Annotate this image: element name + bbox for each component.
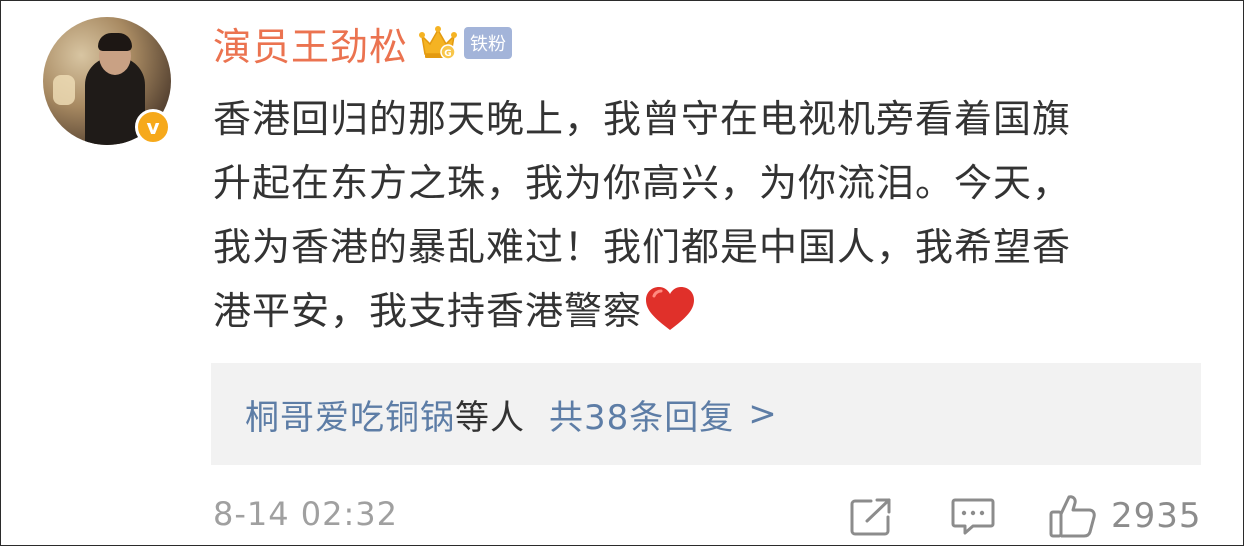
- timestamp: 8-14 02:32: [213, 495, 399, 533]
- like-count: 2935: [1111, 496, 1202, 536]
- post-text-line: 我为香港的暴乱难过！我们都是中国人，我希望香: [213, 225, 1072, 269]
- post-text-line: 香港回归的那天晚上，我曾守在电视机旁看着国旗: [213, 97, 1072, 141]
- post-text: 香港回归的那天晚上，我曾守在电视机旁看着国旗 升起在东方之珠，我为你高兴，为你流…: [213, 87, 1213, 343]
- replies-box[interactable]: 桐哥爱吃铜锅 等人 共38条回复 >: [211, 363, 1201, 465]
- user-header: 演员王劲松 G 铁粉: [213, 16, 513, 71]
- reply-count-link[interactable]: 共38条回复: [549, 390, 734, 439]
- reply-suffix: 等人: [455, 397, 525, 438]
- verified-badge-icon: v: [135, 109, 171, 145]
- fan-badge: 铁粉: [464, 27, 513, 59]
- svg-text:G: G: [444, 49, 451, 59]
- avatar[interactable]: v: [43, 17, 171, 145]
- action-bar: 8-14 02:32 2935: [213, 491, 1203, 541]
- username-link[interactable]: 演员王劲松: [213, 16, 408, 71]
- share-icon[interactable]: [849, 497, 893, 537]
- comment-icon[interactable]: [951, 497, 995, 537]
- like-icon: [1049, 495, 1096, 538]
- like-button[interactable]: 2935: [1049, 491, 1202, 541]
- heart-icon: [646, 287, 695, 330]
- chevron-right-icon[interactable]: >: [748, 394, 778, 434]
- crown-icon: G: [419, 26, 458, 60]
- post-text-line-last: 港平安，我支持香港警察: [213, 279, 1213, 343]
- comment-card: v 演员王劲松 G 铁粉 香港回归的那天晚上，我曾守在电视机旁看着国旗 升起在东…: [0, 0, 1244, 546]
- reply-user-link[interactable]: 桐哥爱吃铜锅: [245, 390, 455, 439]
- post-text-line: 港平安，我支持香港警察: [213, 289, 643, 333]
- post-text-line: 升起在东方之珠，我为你高兴，为你流泪。今天，: [213, 161, 1072, 205]
